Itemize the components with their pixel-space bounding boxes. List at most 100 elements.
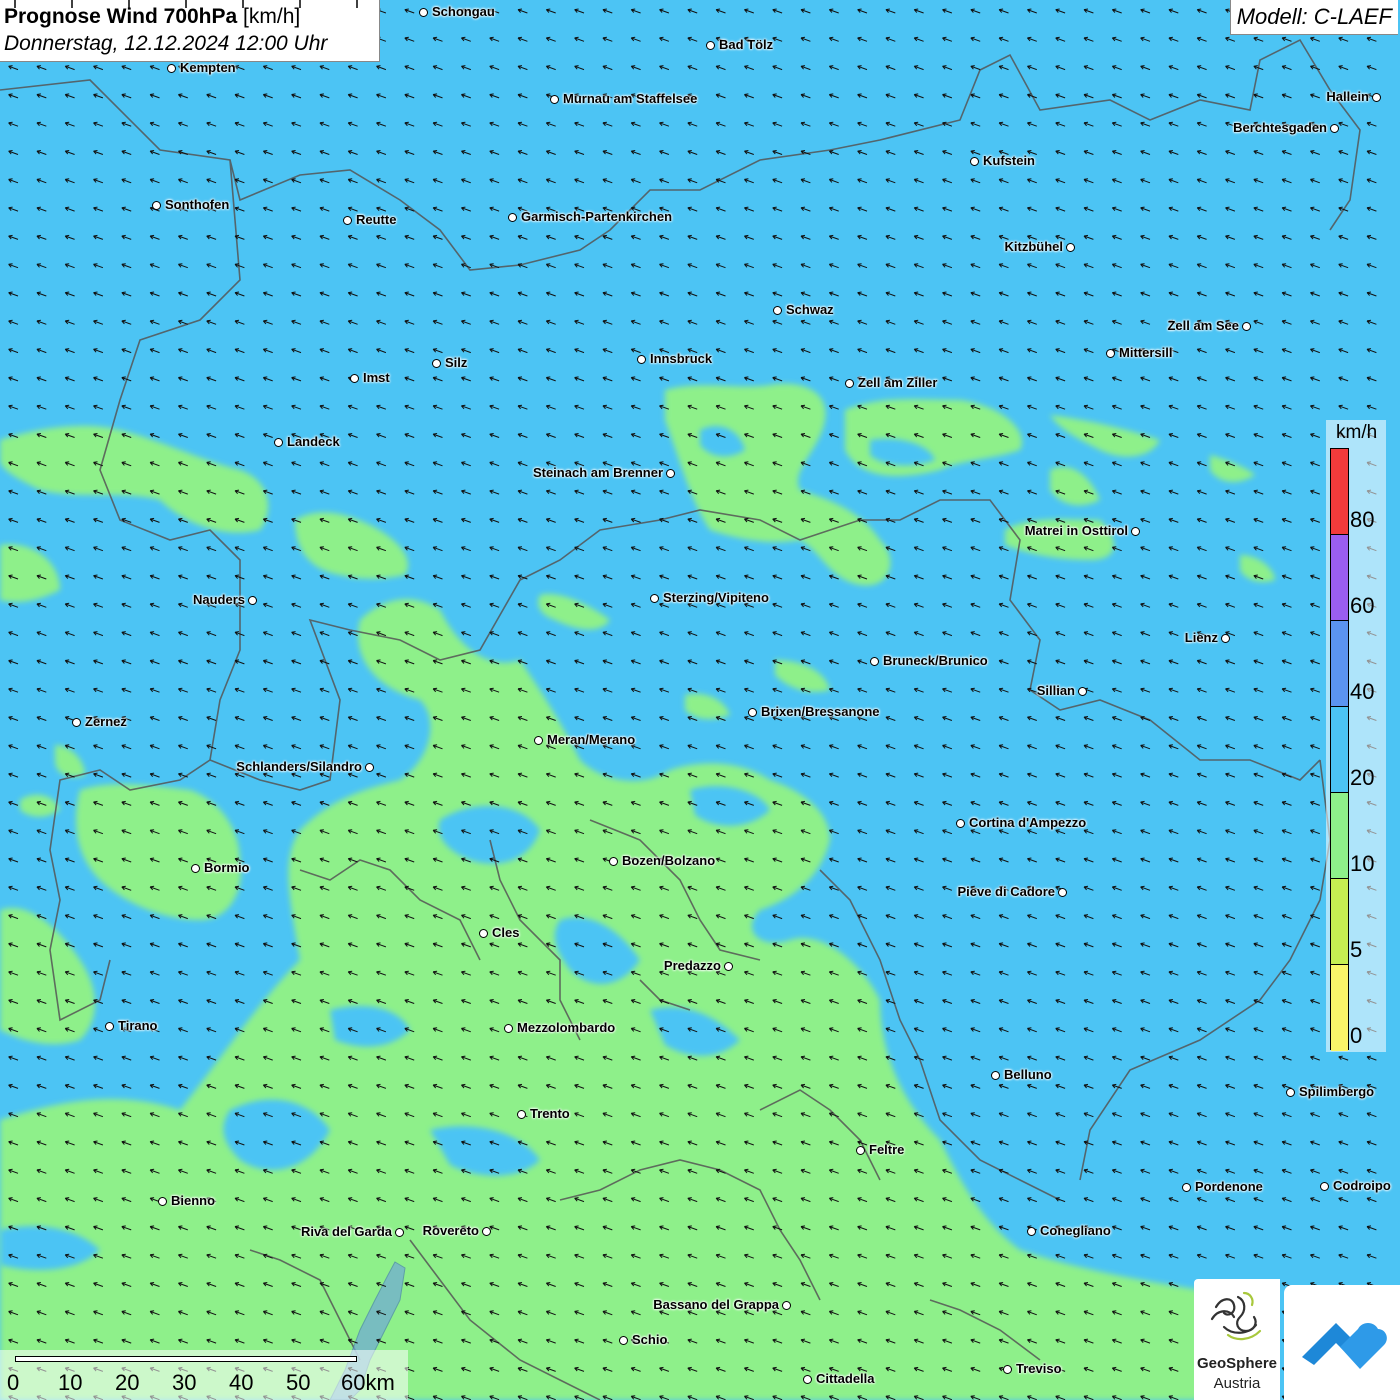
wind-arrow [1281,1027,1292,1033]
wind-arrow [1196,1253,1207,1259]
wind-arrow [998,744,1009,750]
wind-arrow [913,319,924,325]
wind-arrow [1281,942,1292,948]
wind-arrow [828,744,839,750]
wind-arrow [545,263,556,269]
wind-arrow [149,574,160,580]
wind-arrow [744,348,754,354]
wind-arrow [291,178,302,184]
wind-arrow [1140,234,1151,240]
wind-arrow [404,546,415,552]
wind-arrow [36,659,47,665]
wind-arrow [489,36,500,42]
wind-arrow [970,121,981,127]
wind-arrow [630,65,641,71]
wind-arrow [1083,1112,1094,1118]
wind-arrow [93,376,104,382]
wind-arrow [828,857,839,863]
wind-arrow [1338,1253,1349,1259]
wind-arrow [687,574,698,580]
wind-arrow [659,150,670,155]
wind-arrow [178,970,188,976]
wind-arrow [64,376,75,382]
wind-arrow [1111,1225,1122,1231]
wind-arrow [36,404,47,410]
city-dot-icon [748,708,757,717]
wind-arrow [404,716,415,721]
wind-arrow [1196,772,1207,778]
wind-arrow [772,234,783,240]
wind-arrow [602,150,613,155]
wind-arrow [998,1225,1009,1231]
wind-arrow [36,263,47,269]
wind-arrow [800,93,811,99]
wind-arrow [121,348,132,354]
wind-arrow [64,885,75,891]
wind-arrow [262,65,273,71]
wind-arrow [913,1083,924,1089]
wind-arrow [942,178,953,184]
wind-arrow [885,8,896,14]
wind-arrow [1055,914,1066,920]
wind-arrow [998,687,1009,693]
wind-arrow [630,376,641,382]
wind-arrow [913,263,924,269]
wind-arrow [885,602,896,608]
wind-arrow [1196,687,1207,693]
wind-arrow [1083,914,1094,920]
wind-arrow [1027,8,1037,14]
wind-arrow [602,121,613,127]
wind-arrow [1253,348,1264,354]
city-label: Belluno [1004,1067,1052,1082]
legend-label-80: 80 [1350,507,1375,532]
wind-arrow [744,744,754,750]
wind-arrow [149,602,160,608]
wind-arrow [659,263,670,269]
wind-arrow [1140,942,1151,948]
wind-arrow [545,291,556,297]
wind-arrow [1111,150,1122,155]
wind-arrow [404,178,415,184]
wind-arrow [630,517,641,523]
wind-arrow [574,489,585,495]
wind-arrow [1111,1055,1122,1061]
city-label: Matrei in Osttirol [1024,523,1128,538]
wind-arrow [602,36,613,42]
wind-arrow [36,376,47,382]
wind-arrow [828,659,839,665]
wind-arrow [347,150,358,155]
wind-arrow [800,885,811,891]
wind-arrow [602,602,613,608]
wind-arrow [8,291,19,297]
city-label: Trento [530,1106,570,1121]
wind-arrow [913,489,924,495]
geosphere-logo[interactable]: GeoSphere Austria [1194,1279,1280,1400]
wind-arrow [1253,829,1264,835]
wind-arrow [319,93,330,99]
wind-arrow [772,631,783,637]
wind-arrow [998,206,1009,212]
wind-arrow [347,659,358,665]
city-label: Zernez [85,714,127,729]
wind-arrow [659,178,670,184]
wind-arrow [1168,574,1179,580]
city-label: Berchtesgaden [1233,120,1327,135]
wind-arrow [1168,1055,1179,1061]
wind-arrow [1281,489,1292,495]
wind-arrow [1310,517,1320,523]
wind-arrow [234,291,245,297]
wind-arrow [913,36,924,42]
wind-arrow [772,178,783,184]
wind-arrow [149,433,160,438]
wind-arrow [1055,631,1066,637]
wind-arrow [1338,291,1349,297]
wind-arrow [1196,206,1207,212]
wind-arrow [517,517,528,523]
wind-arrow [942,150,953,155]
wind-arrow [1196,150,1207,155]
wind-arrow [93,65,104,71]
wind-arrow [1196,999,1207,1004]
weather-app-logo[interactable] [1284,1285,1400,1400]
wind-arrow [1168,1083,1179,1089]
wind-arrow [857,800,868,806]
